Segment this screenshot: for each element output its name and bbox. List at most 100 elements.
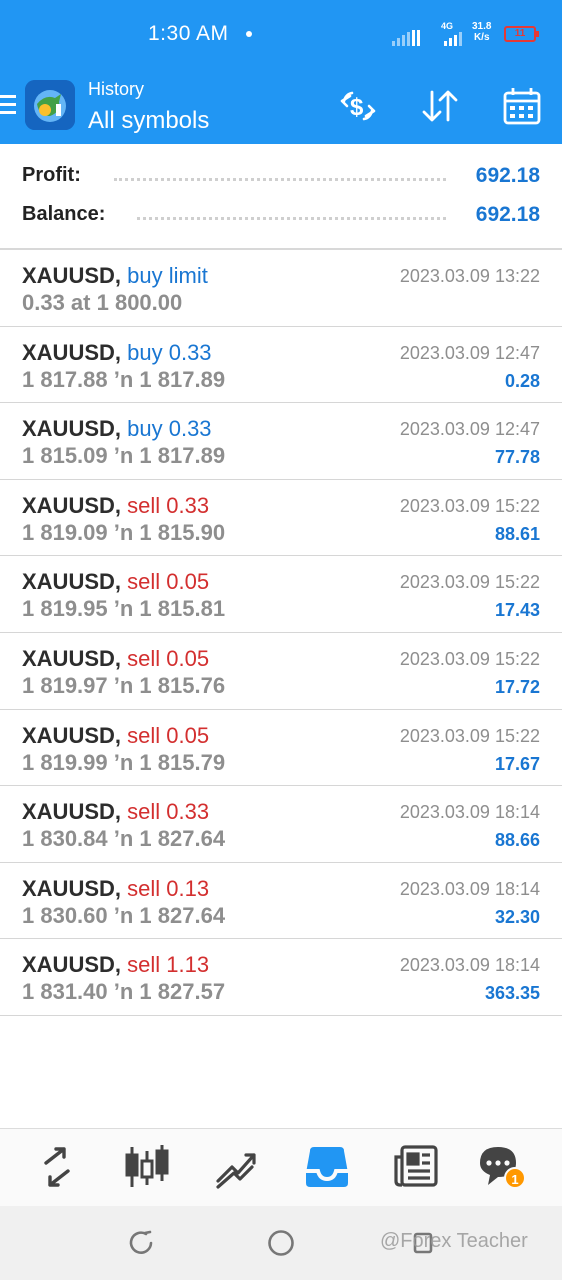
trade-symbol: XAUUSD, buy 0.33	[22, 340, 212, 366]
trade-row[interactable]: XAUUSD, buy 0.33 1 815.09 ’n 1 817.89 2023…	[0, 403, 562, 480]
trade-row[interactable]: XAUUSD, sell 0.05 1 819.95 ’n 1 815.81 202…	[0, 556, 562, 633]
trade-row[interactable]: XAUUSD, sell 0.05 1 819.97 ’n 1 815.76 202…	[0, 633, 562, 710]
news-icon[interactable]	[392, 1143, 442, 1191]
trade-prices: 1 831.40 ’n 1 827.57	[22, 979, 226, 1005]
trade-row[interactable]: XAUUSD, sell 0.33 1 830.84 ’n 1 827.64 202…	[0, 786, 562, 863]
trade-symbol-name: XAUUSD,	[22, 569, 122, 595]
app-header: 1:30 AM 4G 31.8 K/s 11 History All symbo…	[0, 0, 562, 144]
trade-profit: 88.66	[494, 830, 540, 851]
balance-value: 692.18	[475, 203, 540, 226]
messages-badge: 1	[504, 1167, 526, 1189]
trade-symbol-name: XAUUSD,	[22, 722, 122, 748]
trade-side: sell 0.33	[127, 492, 210, 518]
trade-history-list: XAUUSD, buy limit 0.33 at 1 800.00 2023.03…	[0, 250, 562, 1016]
data-arrows-icon	[412, 30, 420, 46]
trade-symbol-name: XAUUSD,	[22, 645, 122, 671]
profit-dotted-leader	[114, 177, 446, 181]
trade-symbol: XAUUSD, buy limit	[22, 263, 208, 289]
network-type-label: 4G	[441, 21, 454, 31]
header-section-title: History	[88, 79, 145, 99]
trade-row[interactable]: XAUUSD, sell 0.13 1 830.60 ’n 1 827.64 202…	[0, 863, 562, 940]
trade-prices: 1 819.99 ’n 1 815.79	[22, 749, 226, 775]
trade-symbol-name: XAUUSD,	[22, 416, 122, 442]
status-icons: 4G 31.8 K/s 11	[392, 20, 542, 50]
sort-icon[interactable]	[418, 84, 462, 128]
wifi-signal-icon	[392, 32, 410, 46]
quotes-icon[interactable]	[32, 1143, 82, 1191]
history-icon[interactable]	[302, 1143, 352, 1191]
notification-dot-icon	[246, 31, 252, 37]
trade-date: 2023.03.09 13:22	[399, 266, 540, 286]
trade-side: buy limit	[127, 263, 208, 288]
balance-label: Balance:	[22, 203, 112, 226]
trade-date: 2023.03.09 12:47	[399, 342, 540, 363]
trade-symbol-name: XAUUSD,	[22, 492, 122, 518]
trade-symbol: XAUUSD, sell 0.33	[22, 799, 209, 825]
system-navigation-bar: @Forex Teacher	[0, 1206, 562, 1280]
trade-prices: 1 830.84 ’n 1 827.64	[22, 826, 226, 852]
trade-prices: 0.33 at 1 800.00	[22, 290, 183, 315]
trade-date: 2023.03.09 18:14	[399, 955, 540, 976]
home-icon[interactable]	[266, 1228, 296, 1258]
trade-side: buy 0.33	[127, 416, 212, 442]
speed-value: 31.8	[472, 21, 492, 32]
trade-profit: 17.43	[494, 600, 540, 621]
recent-apps-icon[interactable]	[126, 1228, 156, 1258]
speed-unit: K/s	[473, 32, 490, 43]
trade-prices: 1 817.88 ’n 1 817.89	[22, 366, 226, 392]
trade-profit: 32.30	[494, 906, 540, 927]
currency-exchange-icon[interactable]: $	[336, 84, 380, 128]
trade-symbol: XAUUSD, sell 0.05	[22, 723, 209, 749]
battery-icon: 11	[504, 26, 539, 42]
trade-symbol-name: XAUUSD,	[22, 339, 122, 365]
balance-dotted-leader	[137, 216, 446, 220]
trade-row[interactable]: XAUUSD, sell 1.13 1 831.40 ’n 1 827.57 202…	[0, 939, 562, 1016]
trade-profit: 88.61	[494, 523, 540, 544]
bottom-navigation: 1	[0, 1128, 562, 1206]
trade-row[interactable]: XAUUSD, buy limit 0.33 at 1 800.00 2023.03…	[0, 250, 562, 327]
trade-side: sell 0.33	[127, 799, 210, 825]
trade-profit: 0.28	[504, 370, 540, 391]
profit-value: 692.18	[475, 164, 540, 187]
messages-icon[interactable]: 1	[478, 1143, 528, 1191]
trade-prices: 1 819.95 ’n 1 815.81	[22, 596, 226, 622]
balance-row: Balance: 692.18	[22, 203, 540, 233]
trade-date: 2023.03.09 18:14	[399, 802, 540, 823]
trade-symbol-name: XAUUSD,	[22, 952, 122, 978]
trade-symbol: XAUUSD, buy 0.33	[22, 416, 212, 442]
trade-profit: 17.67	[494, 753, 540, 774]
trade-date: 2023.03.09 15:22	[399, 495, 540, 516]
calendar-icon[interactable]	[500, 84, 544, 128]
status-time: 1:30 AM	[148, 22, 229, 45]
network-speed: 31.8 K/s	[472, 21, 491, 43]
trade-row[interactable]: XAUUSD, sell 0.33 1 819.09 ’n 1 815.90 202…	[0, 480, 562, 557]
trade-profit: 17.72	[494, 676, 540, 697]
trade-side: sell 0.05	[127, 645, 210, 671]
trade-symbol: XAUUSD, sell 0.13	[22, 876, 209, 902]
trade-prices: 1 815.09 ’n 1 817.89	[22, 443, 226, 469]
svg-text:$: $	[350, 94, 364, 121]
trade-row[interactable]: XAUUSD, sell 0.05 1 819.99 ’n 1 815.79 202…	[0, 710, 562, 787]
trade-symbol: XAUUSD, sell 1.13	[22, 952, 209, 978]
account-summary: Profit: 692.18 Balance: 692.18	[0, 144, 562, 250]
trade-side: sell 1.13	[127, 952, 210, 978]
trade-symbol: XAUUSD, sell 0.05	[22, 569, 209, 595]
trade-symbol-name: XAUUSD,	[22, 875, 122, 901]
trade-date: 2023.03.09 12:47	[399, 419, 540, 440]
trade-side: buy 0.33	[127, 339, 212, 365]
trade-side: sell 0.13	[127, 875, 210, 901]
cell-signal-icon	[444, 32, 462, 46]
trade-prices: 1 830.60 ’n 1 827.64	[22, 902, 226, 928]
trade-icon[interactable]	[212, 1143, 262, 1191]
trade-profit: 363.35	[484, 983, 540, 1004]
profit-label: Profit:	[22, 164, 87, 187]
header-filter-title[interactable]: All symbols	[88, 107, 209, 135]
trade-side: sell 0.05	[127, 722, 210, 748]
trade-prices: 1 819.09 ’n 1 815.90	[22, 519, 226, 545]
chart-icon[interactable]	[122, 1143, 172, 1191]
menu-icon[interactable]	[0, 95, 16, 115]
trade-symbol: XAUUSD, sell 0.05	[22, 646, 209, 672]
trade-symbol: XAUUSD, sell 0.33	[22, 493, 209, 519]
trade-profit: 77.78	[494, 447, 540, 468]
trade-row[interactable]: XAUUSD, buy 0.33 1 817.88 ’n 1 817.89 2023…	[0, 327, 562, 404]
